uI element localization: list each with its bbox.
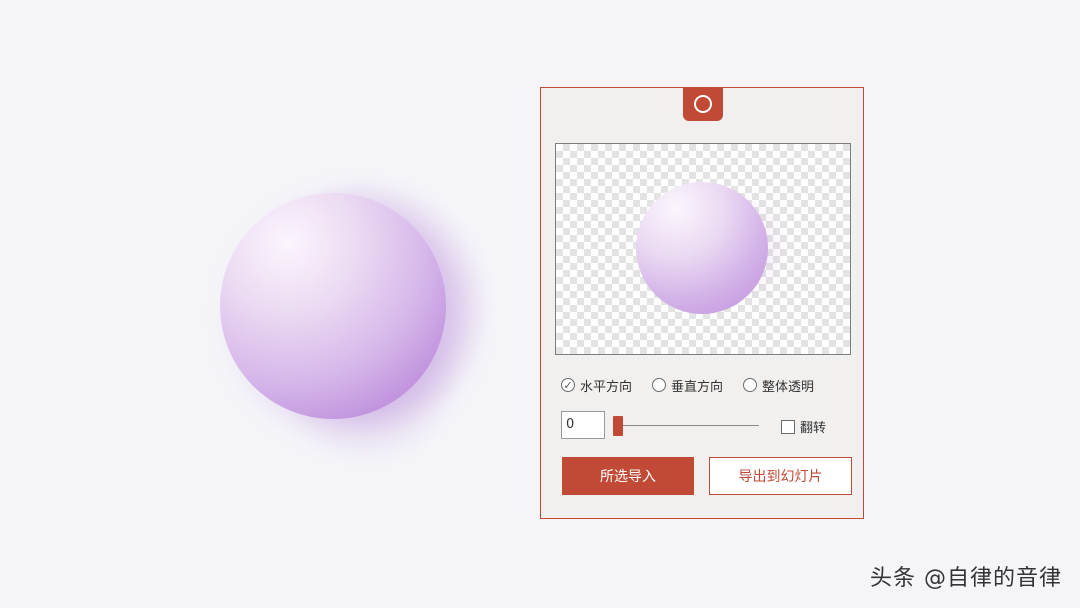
sphere [220,193,446,419]
gradient-transparency-panel: ✓ 水平方向 垂直方向 整体透明 0 翻转 所选导入 导出到幻灯片 [540,87,864,519]
direction-options: ✓ 水平方向 垂直方向 整体透明 [561,375,814,395]
export-to-slide-button[interactable]: 导出到幻灯片 [709,457,852,495]
radio-horizontal[interactable]: ✓ [561,378,575,392]
import-selected-button[interactable]: 所选导入 [562,457,694,495]
check-icon: ✓ [563,378,573,392]
option-overall-label: 整体透明 [762,379,815,395]
circle-icon [694,95,712,113]
transparency-value-input[interactable]: 0 [561,411,605,439]
radio-overall[interactable] [743,378,758,392]
option-horizontal-label: 水平方向 [580,379,633,395]
slider-thumb[interactable] [613,416,623,436]
flip-toggle[interactable]: 翻转 [781,417,826,436]
option-overall[interactable]: 整体透明 [743,376,814,395]
watermark-text: 头条 @自律的音律 [870,566,1062,591]
preview-canvas [555,143,851,355]
preview-sphere [636,182,768,314]
option-vertical-label: 垂直方向 [671,379,724,395]
panel-handle[interactable] [683,87,723,121]
transparency-slider-row: 0 翻转 [561,411,851,441]
option-horizontal[interactable]: ✓ 水平方向 [561,376,632,395]
option-vertical[interactable]: 垂直方向 [652,376,723,395]
gradient-sphere-image [190,160,510,460]
radio-vertical[interactable] [652,378,667,392]
flip-checkbox[interactable] [781,419,795,434]
flip-label: 翻转 [800,421,827,436]
slider-track[interactable] [613,425,759,426]
